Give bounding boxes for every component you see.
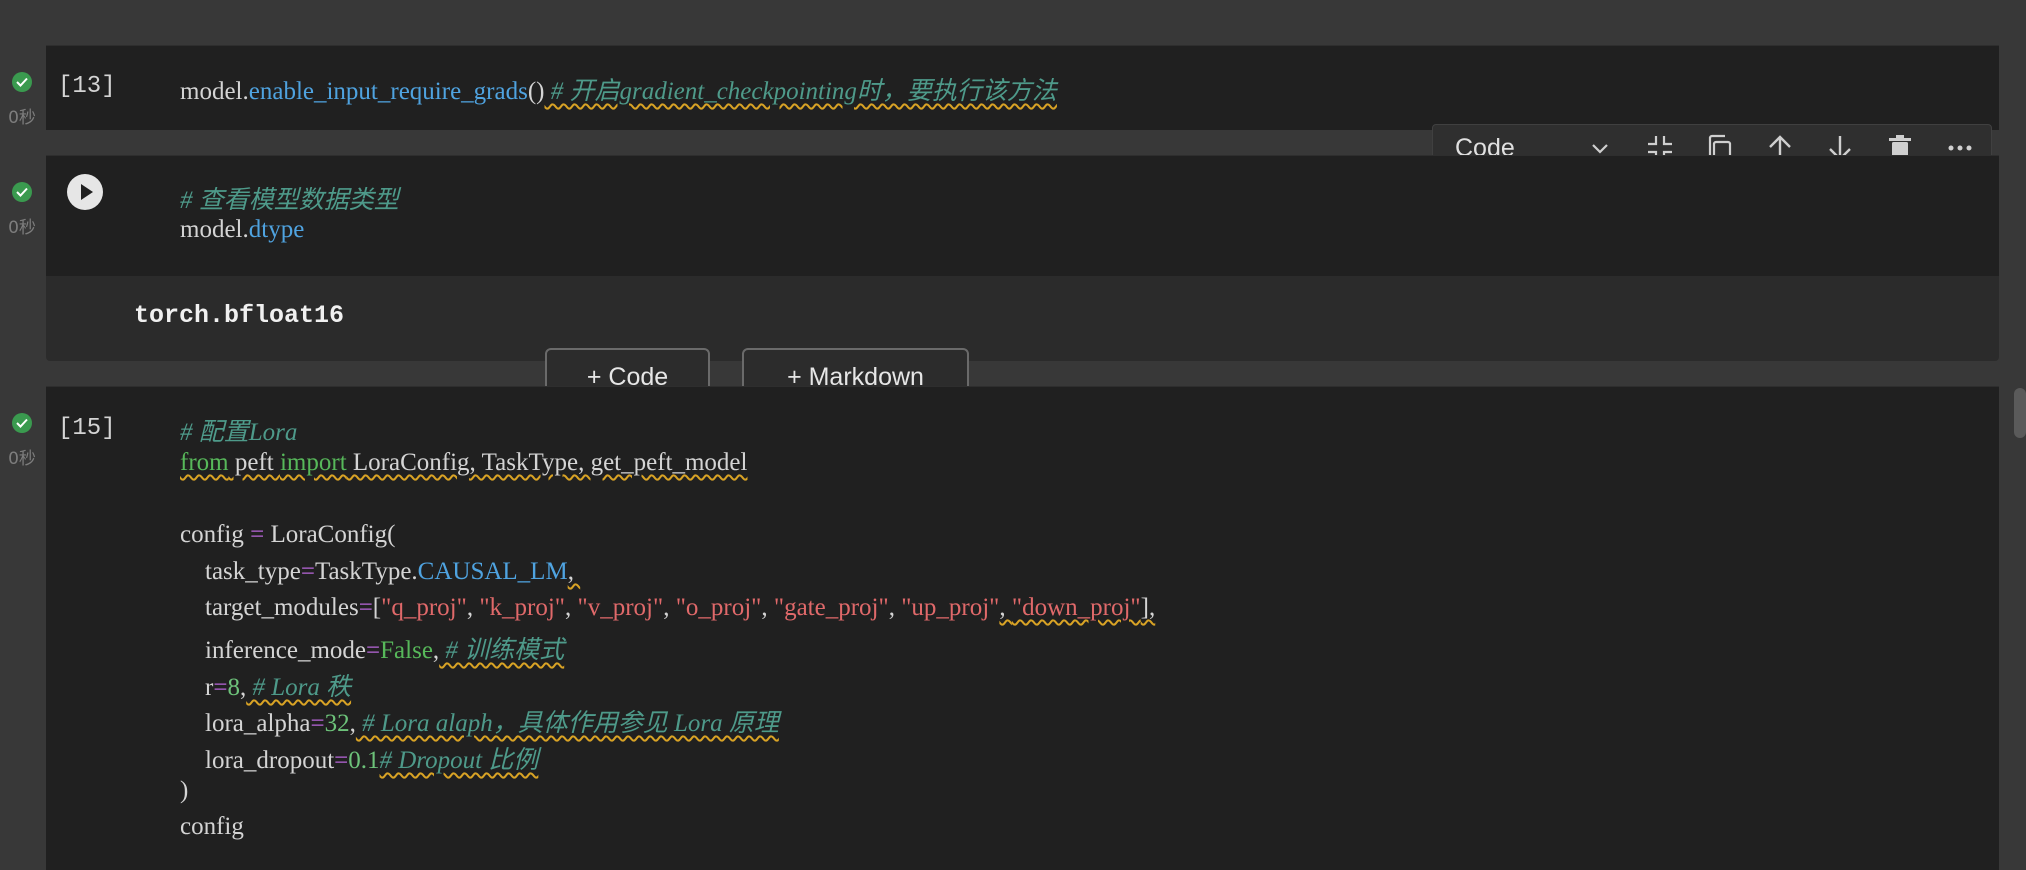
code-line[interactable]: model.enable_input_require_grads() # 开启g… <box>180 71 1057 107</box>
success-check-icon <box>12 72 32 92</box>
code-line[interactable]: model.dtype <box>180 216 304 244</box>
code-line[interactable]: ) <box>180 777 188 805</box>
cell-14-status: 0秒 <box>0 182 44 238</box>
code-line[interactable]: lora_alpha=32, # Lora alaph，具体作用参见 Lora … <box>180 703 779 739</box>
code-line[interactable]: target_modules=["q_proj", "k_proj", "v_p… <box>180 594 1155 622</box>
code-line[interactable]: config <box>180 813 244 841</box>
success-check-icon <box>12 182 32 202</box>
code-line[interactable]: # 配置Lora <box>180 412 297 448</box>
cell-duration: 0秒 <box>8 108 36 128</box>
success-check-icon <box>12 413 32 433</box>
cell-15-status: 0秒 <box>0 413 44 469</box>
code-line[interactable]: inference_mode=False, # 训练模式 <box>180 630 564 666</box>
code-cell-15[interactable]: [15] # 配置Lora from peft import LoraConfi… <box>46 386 1999 870</box>
run-cell-button[interactable] <box>67 174 103 210</box>
play-icon <box>81 184 93 200</box>
output-text: torch.bfloat16 <box>134 301 345 330</box>
code-line[interactable]: r=8, # Lora 秩 <box>180 667 351 703</box>
scrollbar-thumb[interactable] <box>2014 388 2026 438</box>
cell-duration: 0秒 <box>8 218 36 238</box>
code-line[interactable]: task_type=TaskType.CAUSAL_LM, <box>180 558 580 586</box>
code-line[interactable]: config = LoraConfig( <box>180 521 395 549</box>
cell-13-status: 0秒 <box>0 72 44 128</box>
code-line[interactable]: lora_dropout=0.1# Dropout 比例 <box>180 740 538 776</box>
code-cell-13[interactable]: [13] model.enable_input_require_grads() … <box>46 45 1999 130</box>
execution-count: [15] <box>58 415 116 442</box>
code-cell-14[interactable]: # 查看模型数据类型 model.dtype <box>46 155 1999 276</box>
code-line[interactable]: from peft import LoraConfig, TaskType, g… <box>180 449 747 477</box>
execution-count: [13] <box>58 73 116 100</box>
cell-14-output: torch.bfloat16 <box>46 276 1999 361</box>
cell-duration: 0秒 <box>8 449 36 469</box>
code-line[interactable]: # 查看模型数据类型 <box>180 180 399 216</box>
